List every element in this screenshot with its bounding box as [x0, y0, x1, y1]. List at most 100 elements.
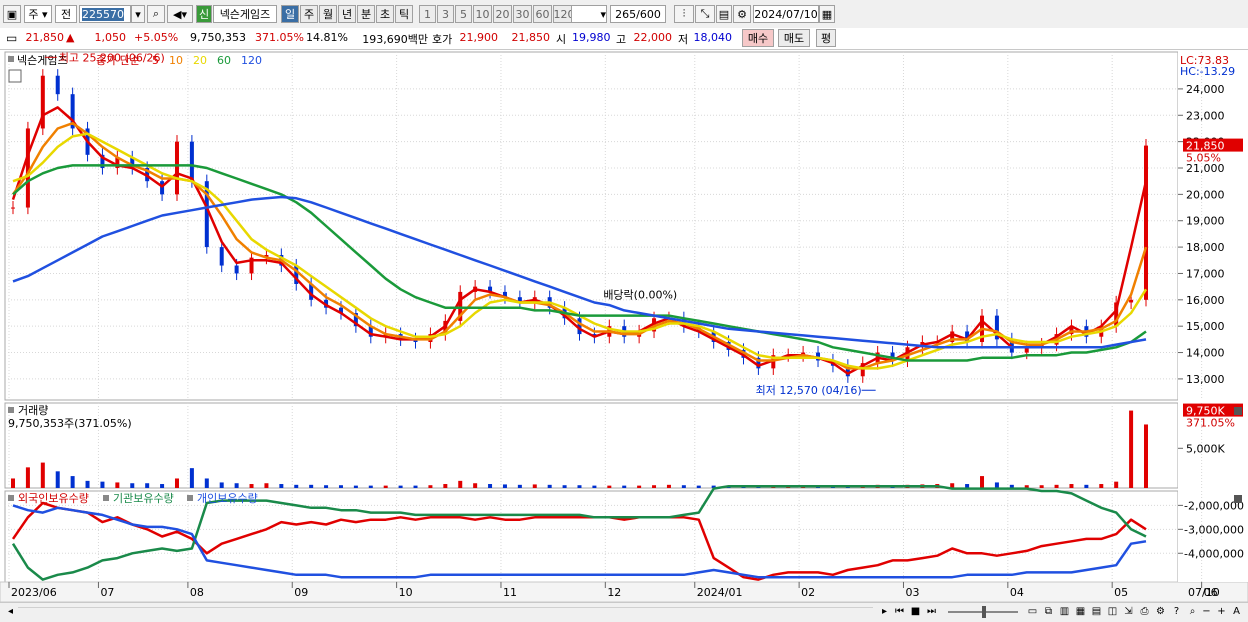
x-tick-label: 08	[190, 586, 204, 599]
interval-tab[interactable]: 1	[419, 5, 436, 23]
price-tick-label: 17,000	[1186, 267, 1225, 280]
price-tick-label: 13,000	[1186, 373, 1225, 386]
panel-close-icon	[1234, 407, 1242, 415]
x-tick-label: 2023/06	[11, 586, 57, 599]
date-field[interactable]: 2024/07/10	[753, 5, 819, 23]
volume-bar	[696, 485, 701, 488]
x-tick-label: 07/10	[1188, 586, 1220, 599]
sell-button[interactable]: 매도	[778, 29, 810, 47]
volume-bar	[413, 485, 418, 488]
draw-tools-icon[interactable]: ⤡	[695, 5, 715, 23]
volume-bar	[11, 478, 15, 488]
chart-type-icon[interactable]: ⫶	[674, 5, 694, 23]
stock-chart[interactable]: 2023/060708091011122024/0102030405060707…	[0, 50, 1248, 602]
price-tick-label: 24,000	[1186, 83, 1225, 96]
screenshot-icon[interactable]: ◫	[1106, 605, 1119, 618]
interval-tab[interactable]: 30	[513, 5, 532, 23]
market-type-value: 주	[28, 8, 39, 21]
volume-pct: 371.05%	[255, 31, 304, 44]
data-count-field[interactable]: 265/600	[610, 5, 666, 23]
x-tick-label: 12	[607, 586, 621, 599]
font-size-icon[interactable]: A	[1230, 605, 1243, 618]
volume-bar	[622, 485, 627, 488]
quote-bar-menu-icon[interactable]: ▭	[6, 31, 17, 45]
scroll-left-icon[interactable]: ◂	[4, 605, 17, 618]
volume-bar	[994, 482, 999, 488]
rewind-icon[interactable]: ⏮	[893, 605, 906, 618]
tile-icon[interactable]: ▦	[1074, 605, 1087, 618]
grid-icon[interactable]: ▤	[1090, 605, 1103, 618]
code-dropdown-icon[interactable]: ▾	[131, 5, 145, 23]
interval-tab[interactable]: 10	[473, 5, 492, 23]
stop-icon[interactable]: ■	[909, 605, 922, 618]
interval-tab[interactable]: 20	[493, 5, 512, 23]
period-tab[interactable]: 일	[281, 5, 299, 23]
search-icon[interactable]: ⌕	[147, 5, 165, 23]
market-scope-select[interactable]: 전	[55, 5, 77, 23]
volume-title: 거래량	[18, 404, 48, 417]
period-tab[interactable]: 년	[338, 5, 356, 23]
help-icon[interactable]: ?	[1170, 605, 1183, 618]
legend-square-icon	[8, 56, 14, 62]
interval-tab[interactable]: 60	[533, 5, 552, 23]
current-volume-pct-label: 371.05%	[1186, 417, 1235, 430]
bid-label: 호가	[432, 33, 453, 46]
volume-bar	[980, 476, 985, 488]
volume-bar	[130, 483, 135, 488]
settings-small-icon[interactable]: ⚙	[1154, 605, 1167, 618]
gear-icon[interactable]: ⚙	[733, 5, 751, 23]
custom-interval-input[interactable]: ▾	[571, 5, 607, 23]
dividend-annotation: 배당락(0.00%)	[603, 288, 677, 301]
interval-tab[interactable]: 5	[455, 5, 472, 23]
holdings-tick-label: -3,000,000	[1184, 523, 1244, 536]
forward-icon[interactable]: ⏭	[925, 605, 938, 618]
layout-icon[interactable]: ▥	[1058, 605, 1071, 618]
calendar-icon[interactable]: ▦	[819, 5, 835, 23]
volume-bar	[25, 467, 30, 488]
legend-ma-label: 60	[217, 54, 231, 67]
price-tick-label: 16,000	[1186, 294, 1225, 307]
volume-bar	[85, 480, 90, 488]
interval-tab[interactable]: 3	[437, 5, 454, 23]
price-change: 1,050	[94, 31, 127, 44]
print-icon[interactable]: ⎙	[1138, 605, 1151, 618]
copy-icon[interactable]: ⧉	[1042, 605, 1055, 618]
x-axis-band	[0, 581, 1248, 602]
period-tab[interactable]: 틱	[395, 5, 413, 23]
volume-bar	[249, 484, 254, 488]
low-price: 18,040	[693, 31, 733, 44]
volume-bar	[70, 476, 75, 488]
price-tick-label: 20,000	[1186, 188, 1225, 201]
period-tab[interactable]: 주	[300, 5, 318, 23]
market-type-select[interactable]: 주 ▾	[24, 5, 52, 23]
speaker-icon[interactable]: ◀▾	[167, 5, 193, 23]
volume-bar	[517, 484, 522, 488]
x-tick-label: 10	[399, 586, 413, 599]
legend-ma-label: 10	[169, 54, 183, 67]
volume-bar	[1069, 484, 1074, 488]
chart-window-icon[interactable]: ▭	[1026, 605, 1039, 618]
volume-bar	[219, 482, 224, 488]
volume-bar	[264, 483, 269, 488]
horizontal-scrollbar[interactable]	[18, 607, 873, 618]
zoom-out-icon[interactable]: −	[1200, 605, 1213, 618]
stock-code-input[interactable]: 225570	[79, 5, 131, 23]
export-icon[interactable]: ⇲	[1122, 605, 1135, 618]
low-annotation: 최저 12,570 (04/16)	[756, 384, 862, 397]
zoom-slider-handle[interactable]	[982, 606, 986, 618]
period-tab[interactable]: 분	[357, 5, 375, 23]
zoom-in-icon[interactable]: +	[1215, 605, 1228, 618]
magnifier-icon[interactable]: ⌕	[1186, 605, 1199, 618]
holdings-tick-label: -4,000,000	[1184, 547, 1244, 560]
price-candle	[11, 207, 15, 209]
period-tab[interactable]: 월	[319, 5, 337, 23]
scroll-right-icon[interactable]: ▸	[878, 605, 891, 618]
chart-options-icon	[8, 69, 22, 83]
period-tab[interactable]: 초	[376, 5, 394, 23]
window-menu-icon[interactable]: ▣	[3, 5, 21, 23]
save-icon[interactable]: ▤	[716, 5, 732, 23]
extra-button[interactable]: 평	[816, 29, 836, 47]
volume-bar	[1114, 481, 1119, 488]
buy-button[interactable]: 매수	[742, 29, 774, 47]
stock-name-field: 넥슨게임즈	[213, 5, 277, 23]
